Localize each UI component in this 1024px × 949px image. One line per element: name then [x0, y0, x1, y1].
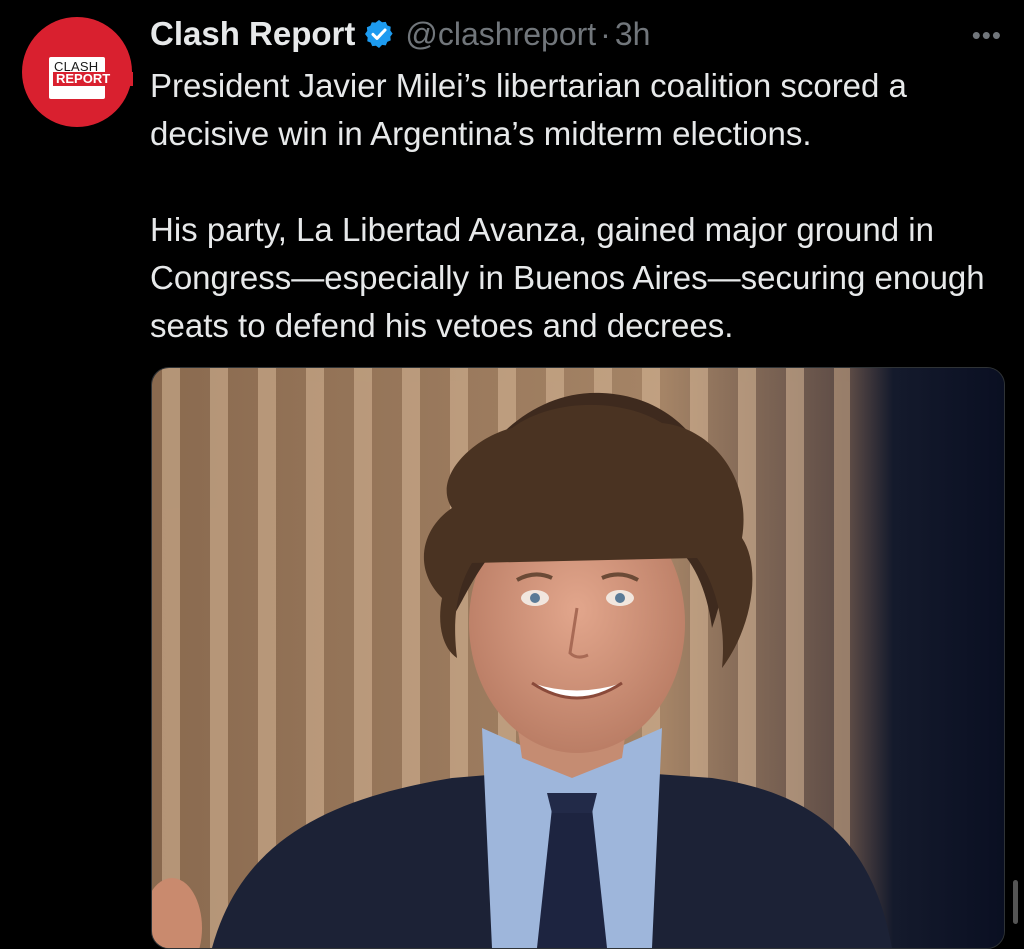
photo-of-smiling-man-in-suit	[152, 368, 1004, 948]
tweet-header: Clash Report @clashreport · 3h	[150, 14, 650, 54]
tweet-paragraph-1: President Javier Milei’s libertarian coa…	[150, 67, 907, 152]
more-options-icon[interactable]: •••	[972, 20, 1002, 51]
tweet-media-photo[interactable]	[151, 367, 1005, 949]
verified-badge-icon	[365, 20, 393, 48]
author-handle[interactable]: @clashreport	[405, 16, 596, 53]
tweet-paragraph-2: His party, La Libertad Avanza, gained ma…	[150, 211, 985, 344]
author-avatar[interactable]: CLASH REPORT	[22, 17, 133, 127]
author-name[interactable]: Clash Report	[150, 15, 355, 53]
scrollbar[interactable]	[1013, 880, 1018, 924]
tweet-text: President Javier Milei’s libertarian coa…	[150, 62, 1010, 350]
tweet-timestamp[interactable]: 3h	[615, 16, 651, 53]
separator-dot: ·	[600, 15, 611, 52]
avatar-logo-report: REPORT	[53, 72, 133, 86]
